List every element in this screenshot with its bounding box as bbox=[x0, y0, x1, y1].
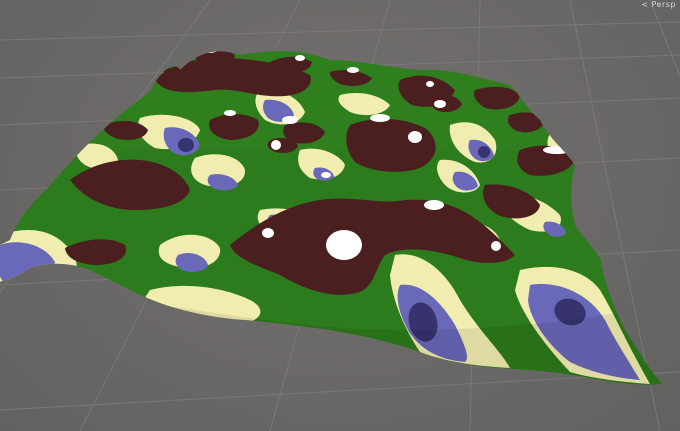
terrain-mesh[interactable] bbox=[0, 0, 680, 431]
scene-viewport[interactable]: < Persp bbox=[0, 0, 680, 431]
projection-label[interactable]: < Persp bbox=[641, 0, 676, 9]
